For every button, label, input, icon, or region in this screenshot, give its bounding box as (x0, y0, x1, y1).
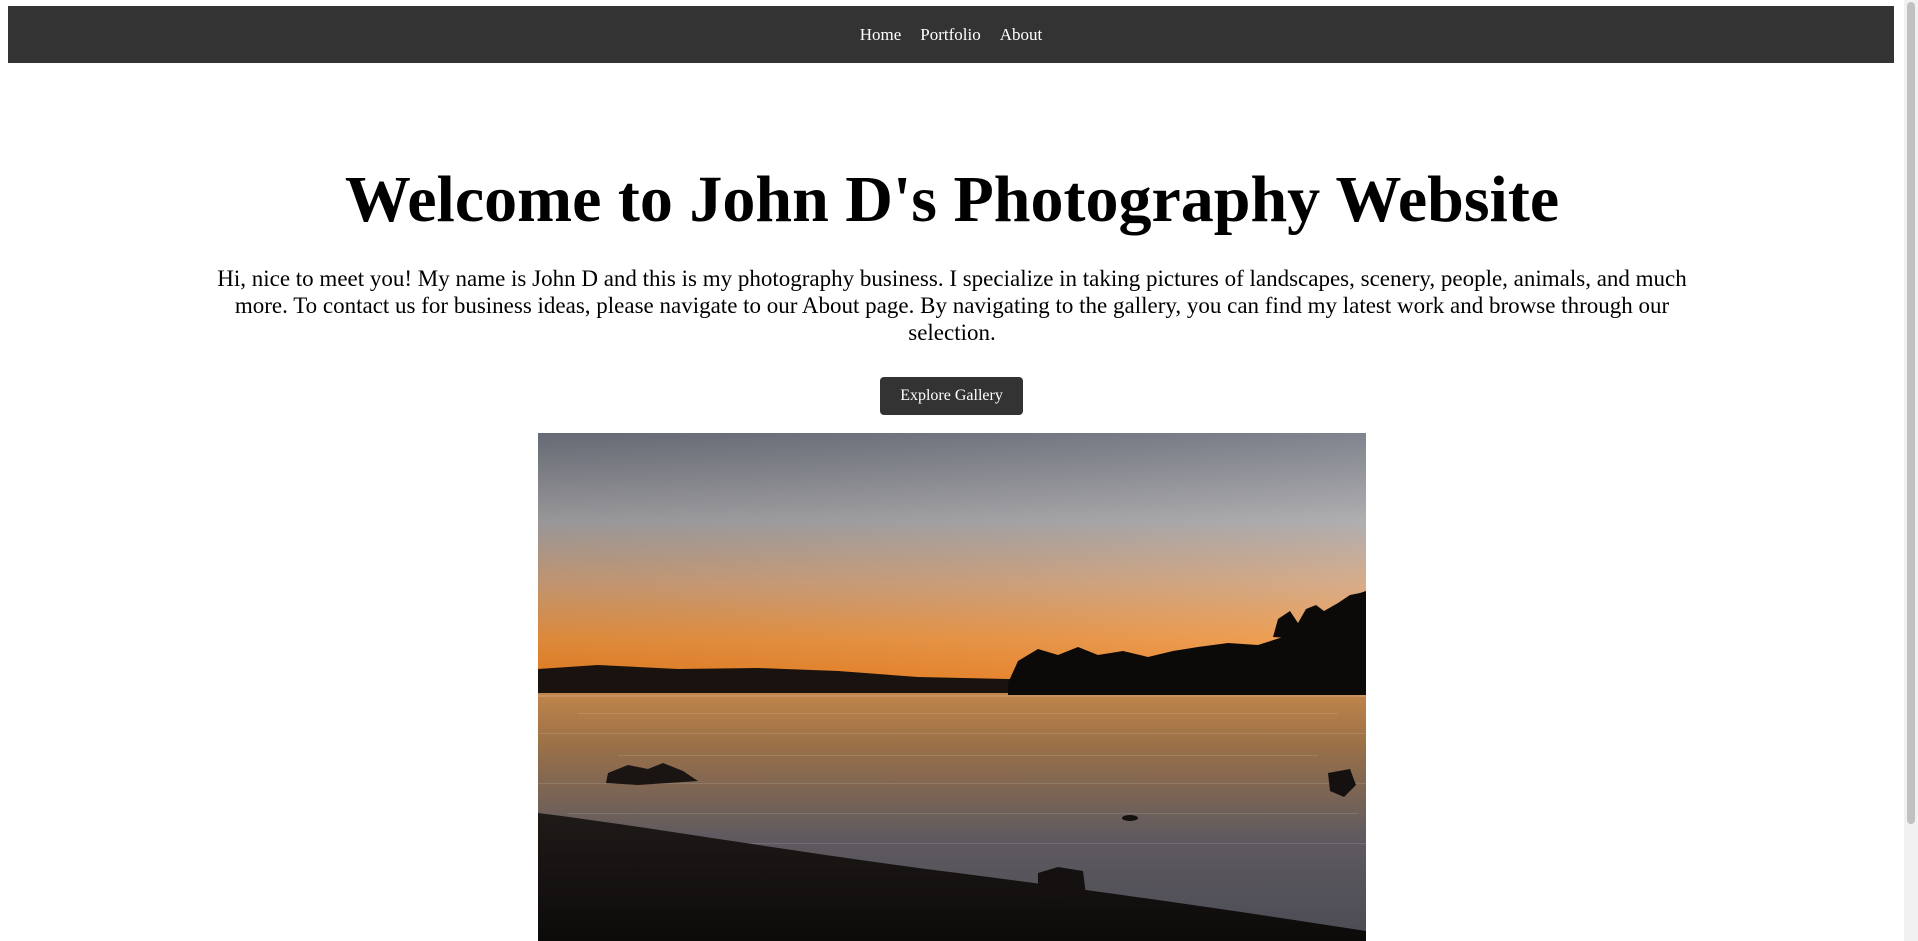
featured-sunset-photo (538, 433, 1366, 941)
page-title: Welcome to John D's Photography Website (344, 163, 1560, 236)
vertical-scrollbar[interactable] (1904, 0, 1918, 941)
explore-gallery-button[interactable]: Explore Gallery (880, 377, 1023, 415)
page: Home Portfolio About Welcome to John D's… (0, 0, 1918, 941)
nav-link-home[interactable]: Home (860, 25, 902, 45)
top-navbar: Home Portfolio About (8, 6, 1894, 63)
nav-link-about[interactable]: About (1000, 25, 1043, 45)
scrollbar-thumb[interactable] (1907, 2, 1915, 824)
intro-paragraph: Hi, nice to meet you! My name is John D … (217, 266, 1687, 345)
nav-link-portfolio[interactable]: Portfolio (920, 25, 980, 45)
